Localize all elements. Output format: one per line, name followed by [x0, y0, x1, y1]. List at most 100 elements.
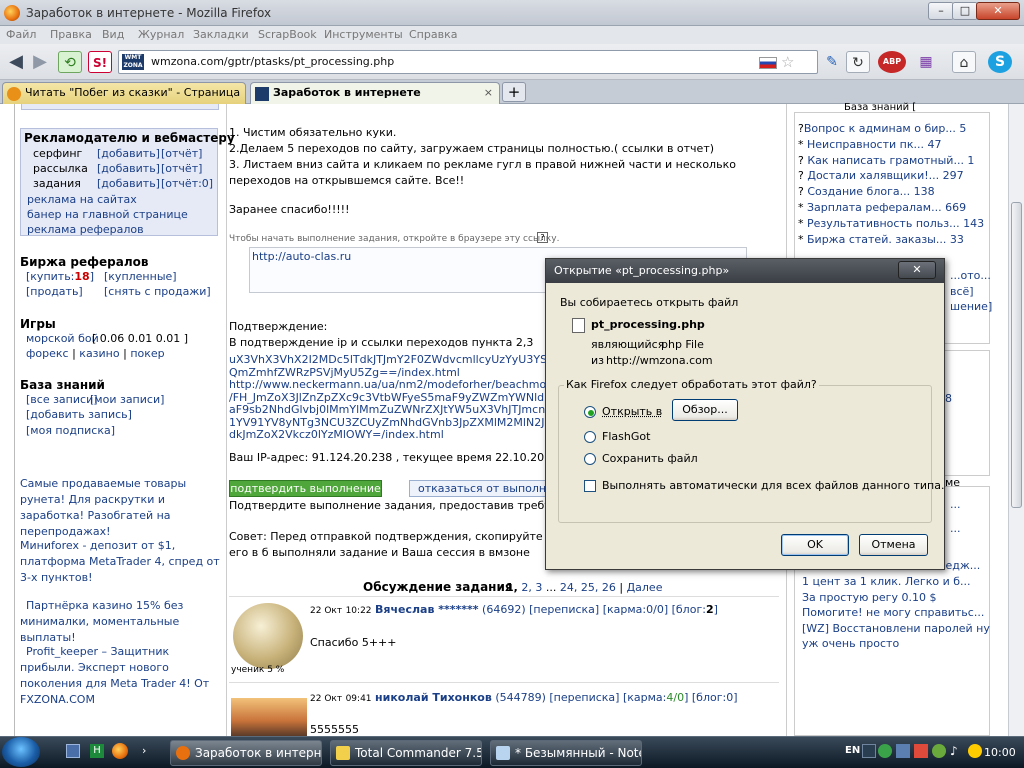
list-item[interactable]: 1 цент за 1 клик. Легко и б...	[802, 574, 998, 590]
menu-file[interactable]: Файл	[6, 28, 36, 41]
tab-book[interactable]: Читать "Побег из сказки" - Страница 1...	[2, 82, 246, 119]
page-2[interactable]: 2,	[521, 581, 532, 594]
quicklaunch-more-icon[interactable]: ›	[142, 744, 146, 757]
forward-arrow-icon[interactable]: ▶	[28, 51, 52, 73]
clock[interactable]: 10:00	[984, 746, 1016, 759]
buy-link[interactable]: [купить:18]	[26, 270, 94, 283]
tab-close-icon[interactable]: ×	[484, 83, 493, 103]
tray-keyboard-icon[interactable]	[862, 744, 876, 758]
karma-link[interactable]: [карма:0/0]	[603, 603, 668, 616]
adblock-icon[interactable]: ABP	[878, 51, 906, 73]
kb-mine-link[interactable]: [мои записи]	[90, 393, 164, 406]
skype-icon[interactable]: S	[988, 51, 1012, 73]
kb-all-link[interactable]: [все записи]	[26, 393, 98, 406]
site-ads-link[interactable]: реклама на сайтах	[27, 193, 137, 206]
list-item[interactable]: ? Создание блога... 138	[798, 184, 988, 200]
bookmark-star-icon[interactable]: ☆	[781, 53, 794, 71]
url-text[interactable]: wmzona.com/gptr/ptasks/pt_processing.php	[151, 55, 394, 68]
pm-link[interactable]: [переписка]	[529, 603, 599, 616]
confirm-button[interactable]: подтвердить выполнение	[229, 480, 382, 497]
apps-grid-icon[interactable]: ▦	[914, 51, 938, 73]
page-1[interactable]: 1,	[506, 581, 518, 594]
mailing-report-link[interactable]: [отчёт]	[161, 162, 202, 175]
right-fragment[interactable]: всё]	[950, 285, 974, 298]
casino-link[interactable]: казино	[79, 347, 119, 360]
task-url-link[interactable]: http://auto-clas.ru	[252, 250, 351, 263]
flashgot-label[interactable]: FlashGot	[602, 430, 650, 443]
tray-network-icon[interactable]	[896, 744, 910, 758]
list-item[interactable]: * Результативность польз... 143	[798, 216, 988, 232]
tray-alert-icon[interactable]	[914, 744, 928, 758]
promo-link-1[interactable]: Самые продаваемые товары рунета! Для рас…	[20, 476, 220, 540]
list-item[interactable]: ?Вопрос к админам о бир... 5	[798, 121, 988, 137]
withdraw-link[interactable]: [снять с продажи]	[104, 285, 211, 298]
browse-button[interactable]: Обзор...	[672, 399, 738, 421]
right-fragment[interactable]: ...	[950, 498, 961, 511]
pin-icon[interactable]: ✎	[820, 51, 844, 73]
comment-user-link[interactable]: Вячеслав *******	[375, 603, 479, 616]
comment-user-link[interactable]: николай Тихонков	[375, 691, 492, 704]
url-bar[interactable]: WMT ZONA wmzona.com/gptr/ptasks/pt_proces…	[118, 50, 818, 74]
page-24[interactable]: 24,	[560, 581, 578, 594]
tab-active[interactable]: Заработок в интернете ×	[250, 82, 500, 104]
forex-link[interactable]: форекс	[26, 347, 69, 360]
minimize-button[interactable]: –	[928, 2, 954, 20]
right-fragment[interactable]: ...ото...	[950, 269, 991, 282]
tasks-report-link[interactable]: [отчёт:0]	[161, 177, 213, 190]
banner-link[interactable]: банер на главной странице	[27, 208, 188, 221]
help-icon[interactable]: ?	[537, 232, 548, 243]
page-26[interactable]: 26	[602, 581, 616, 594]
list-item[interactable]: [WZ] Восстановлени паролей ну уж очень п…	[802, 621, 998, 652]
language-indicator[interactable]: EN	[845, 745, 860, 756]
menu-view[interactable]: Вид	[102, 28, 124, 41]
maximize-button[interactable]: □	[952, 2, 978, 20]
refuse-button[interactable]: отказаться от выполнен	[409, 480, 549, 497]
bought-link[interactable]: [купленные]	[104, 270, 177, 283]
save-file-label[interactable]: Сохранить файл	[602, 452, 698, 465]
promo-link-2[interactable]: Миниforex - депозит от $1, платформа Met…	[20, 538, 220, 586]
poker-link[interactable]: покер	[130, 347, 164, 360]
sea-battle-link[interactable]: морской бой	[26, 332, 99, 345]
save-file-radio[interactable]	[584, 453, 596, 465]
cancel-button[interactable]: Отмена	[859, 534, 928, 556]
list-item[interactable]: * Зарплата рефералам... 669	[798, 200, 988, 216]
flashgot-radio[interactable]	[584, 431, 596, 443]
menu-help[interactable]: Справка	[409, 28, 457, 41]
page-3[interactable]: 3	[535, 581, 542, 594]
list-item[interactable]: ? Достали халявщики!... 297	[798, 168, 988, 184]
firefox-quicklaunch-icon[interactable]	[112, 743, 128, 759]
sell-link[interactable]: [продать]	[26, 285, 83, 298]
h-quicklaunch-icon[interactable]: H	[90, 744, 104, 758]
new-tab-button[interactable]: +	[502, 82, 526, 102]
reload-icon[interactable]: ↻	[846, 51, 870, 73]
promo-link-4[interactable]: Profit_keeper – Защитник прибыли. Экспер…	[20, 644, 220, 708]
surfing-report-link[interactable]: [отчёт]	[161, 147, 202, 160]
addon-s-icon[interactable]: S!	[88, 51, 112, 73]
start-button[interactable]	[2, 737, 40, 767]
menu-edit[interactable]: Правка	[50, 28, 92, 41]
home-icon[interactable]: ⌂	[952, 51, 976, 73]
auto-label[interactable]: Выполнять автоматически для всех файлов …	[602, 479, 944, 492]
right-fragment[interactable]: ...	[950, 522, 961, 535]
addon-refresh-icon[interactable]: ⟲	[58, 51, 82, 73]
page-25[interactable]: 25,	[581, 581, 599, 594]
save-quicklaunch-icon[interactable]	[66, 744, 80, 758]
next-page-link[interactable]: Далее	[627, 581, 663, 594]
tasks-add-link[interactable]: [добавить]	[97, 177, 160, 190]
menu-bookmarks[interactable]: Закладки	[193, 28, 249, 41]
vertical-scrollbar[interactable]	[1008, 104, 1024, 736]
menu-scrapbook[interactable]: ScrapBook	[258, 28, 317, 41]
surfing-add-link[interactable]: [добавить]	[97, 147, 160, 160]
blog-link[interactable]: [блог:2]	[672, 603, 718, 616]
auto-checkbox[interactable]	[584, 480, 596, 492]
list-item[interactable]: ? Как написать грамотный... 1	[798, 153, 988, 169]
tray-status-icon[interactable]	[968, 744, 982, 758]
menu-tools[interactable]: Инструменты	[324, 28, 403, 41]
dialog-close-button[interactable]: ✕	[898, 261, 936, 279]
back-arrow-icon[interactable]: ◀	[4, 51, 28, 73]
karma-link[interactable]: [карма:4/0]	[623, 691, 688, 704]
pm-link[interactable]: [переписка]	[549, 691, 619, 704]
task-firefox[interactable]: Заработок в интерне...	[170, 740, 322, 766]
list-item[interactable]: Помогите! не могу справитьс...	[802, 605, 998, 621]
blog-link[interactable]: [блог:0]	[692, 691, 738, 704]
